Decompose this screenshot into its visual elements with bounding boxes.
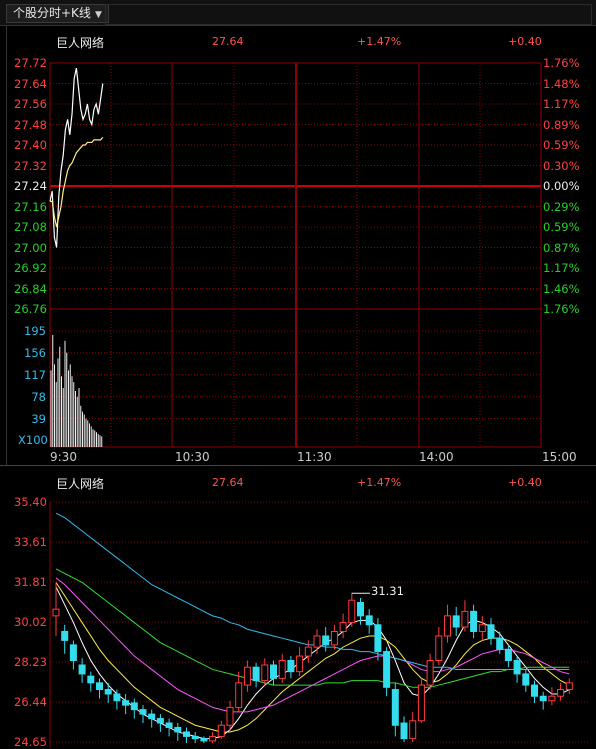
moving-average-line	[55, 512, 570, 670]
candle-body	[339, 622, 347, 632]
candle-body	[235, 682, 243, 708]
candle-body	[156, 718, 164, 724]
candle-body	[183, 731, 190, 737]
candle-body	[461, 610, 469, 628]
candle-body	[539, 695, 547, 702]
candle-body	[470, 610, 478, 632]
moving-average-line	[55, 586, 570, 740]
candle-body	[304, 646, 312, 657]
candle-body	[96, 682, 103, 691]
candle-body	[330, 630, 338, 646]
candle-body	[174, 726, 182, 733]
candle-body	[270, 664, 277, 679]
candle-body	[374, 624, 382, 653]
candle-body	[496, 637, 504, 650]
candle-body	[391, 689, 399, 726]
kline-chart[interactable]	[0, 0, 596, 748]
candle-body	[69, 644, 77, 662]
candle-body	[478, 624, 486, 632]
candle-body	[444, 615, 451, 637]
candle-body	[139, 709, 147, 715]
candle-body	[261, 664, 269, 682]
candle-body	[409, 720, 417, 740]
candle-body	[191, 735, 199, 740]
candle-body	[357, 601, 364, 617]
candle-body	[487, 624, 495, 639]
candle-body	[557, 689, 565, 697]
candle-body	[426, 660, 434, 686]
candle-body	[122, 700, 130, 706]
candle-body	[148, 713, 156, 720]
candle-body	[130, 702, 138, 711]
candle-body	[417, 684, 425, 722]
candle-body	[87, 675, 95, 684]
candle-body	[243, 666, 251, 686]
candle-body	[52, 608, 60, 617]
candle-body	[435, 635, 443, 662]
candle-body	[78, 664, 86, 675]
candle-body	[400, 722, 408, 740]
candle-body	[452, 615, 460, 628]
candle-body	[209, 735, 217, 742]
candle-body	[165, 722, 173, 728]
candle-body	[522, 673, 530, 686]
candle-body	[278, 660, 286, 679]
candle-body	[252, 666, 260, 682]
candle-body	[504, 648, 512, 662]
candle-body	[113, 693, 121, 702]
candle-body	[296, 655, 304, 673]
candle-body	[531, 684, 538, 697]
candle-body	[322, 635, 330, 646]
candle-body	[565, 682, 573, 691]
candle-body	[104, 689, 112, 695]
candle-body	[348, 599, 356, 624]
candle-body	[365, 615, 373, 626]
candle-body	[226, 706, 234, 726]
candle-body	[200, 738, 208, 742]
candle-body	[383, 651, 391, 688]
candle-body	[61, 630, 69, 641]
candle-body	[287, 660, 295, 673]
candle-body	[217, 724, 225, 737]
candle-body	[548, 695, 556, 702]
candle-body	[513, 660, 521, 675]
candle-body	[313, 635, 321, 648]
